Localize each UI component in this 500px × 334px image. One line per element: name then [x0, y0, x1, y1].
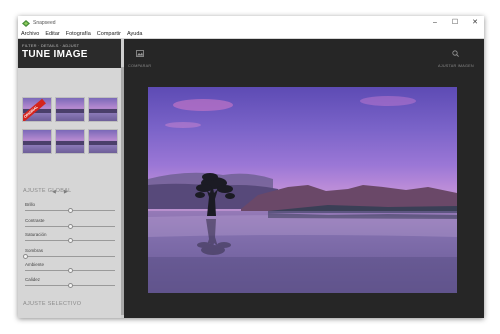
- slider-contraste[interactable]: Contraste: [23, 218, 117, 230]
- slider-label: Saturación: [25, 232, 47, 237]
- app-window: Snapseed – ☐ ✕ Archivo Editar Fotografía…: [18, 16, 484, 318]
- slider-handle[interactable]: [67, 208, 73, 213]
- preset-thumbnail[interactable]: [88, 129, 118, 154]
- menu-archivo[interactable]: Archivo: [21, 31, 39, 37]
- window-controls: – ☐ ✕: [430, 16, 480, 30]
- minimize-button[interactable]: –: [430, 16, 440, 30]
- tool-title: TUNE IMAGE: [22, 49, 88, 60]
- window-title: Snapseed: [33, 20, 56, 26]
- preset-thumbnail[interactable]: [22, 129, 52, 154]
- zoom-icon: [452, 44, 460, 62]
- preset-thumbnail[interactable]: [55, 97, 85, 122]
- slider-handle[interactable]: [67, 224, 73, 229]
- slider-handle[interactable]: [67, 238, 73, 243]
- selective-adjust-heading: AJUSTE SELECTIVO: [23, 301, 82, 307]
- sidebar-subtitle: FILTER · DETAILS · ADJUST: [22, 43, 80, 48]
- slider-saturacion[interactable]: Saturación: [23, 232, 117, 244]
- preset-thumbnail[interactable]: ORIGINAL: [22, 97, 52, 122]
- menu-ayuda[interactable]: Ayuda: [127, 31, 143, 37]
- global-adjust-heading: AJUSTE GLOBAL: [23, 188, 72, 194]
- close-button[interactable]: ✕: [470, 16, 480, 30]
- title-bar: Snapseed – ☐ ✕: [18, 16, 484, 30]
- menu-bar: Archivo Editar Fotografía Compartir Ayud…: [18, 30, 484, 39]
- fit-image-label: AJUSTAR IMAGEN: [438, 64, 474, 68]
- sidebar-header: FILTER · DETAILS · ADJUST TUNE IMAGE: [18, 39, 121, 68]
- slider-handle[interactable]: [67, 268, 73, 273]
- slider-brillo[interactable]: Brillo: [23, 202, 117, 214]
- slider-handle[interactable]: [67, 283, 73, 288]
- menu-editar[interactable]: Editar: [45, 31, 59, 37]
- compare-icon: [135, 44, 144, 62]
- slider-ambiente[interactable]: Ambiente: [23, 262, 117, 274]
- slider-label: Brillo: [25, 202, 36, 207]
- slider-label: Contraste: [25, 218, 45, 223]
- menu-compartir[interactable]: Compartir: [97, 31, 121, 37]
- image-workspace: COMPARAR AJUSTAR IMAGEN: [124, 39, 484, 318]
- photo-canvas[interactable]: [148, 87, 457, 293]
- compare-label: COMPARAR: [128, 64, 152, 68]
- preset-thumbnail[interactable]: [88, 97, 118, 122]
- slider-label: Sombras: [25, 248, 44, 253]
- sidebar: FILTER · DETAILS · ADJUST TUNE IMAGE ORI…: [18, 39, 121, 318]
- compare-tool[interactable]: COMPARAR: [128, 44, 151, 68]
- slider-label: Ambiente: [25, 262, 45, 267]
- fit-image-tool[interactable]: AJUSTAR IMAGEN: [438, 44, 474, 68]
- slider-calidez[interactable]: Calidez: [23, 277, 117, 289]
- maximize-button[interactable]: ☐: [450, 16, 460, 30]
- menu-fotografia[interactable]: Fotografía: [66, 31, 91, 37]
- slider-track: [25, 256, 115, 257]
- slider-handle[interactable]: [22, 254, 28, 259]
- slider-sombras[interactable]: Sombras: [22, 248, 117, 260]
- preset-thumbnail[interactable]: [55, 129, 85, 154]
- app-logo-icon: [22, 19, 30, 27]
- landscape-photo: [148, 96, 457, 293]
- slider-label: Calidez: [25, 277, 41, 282]
